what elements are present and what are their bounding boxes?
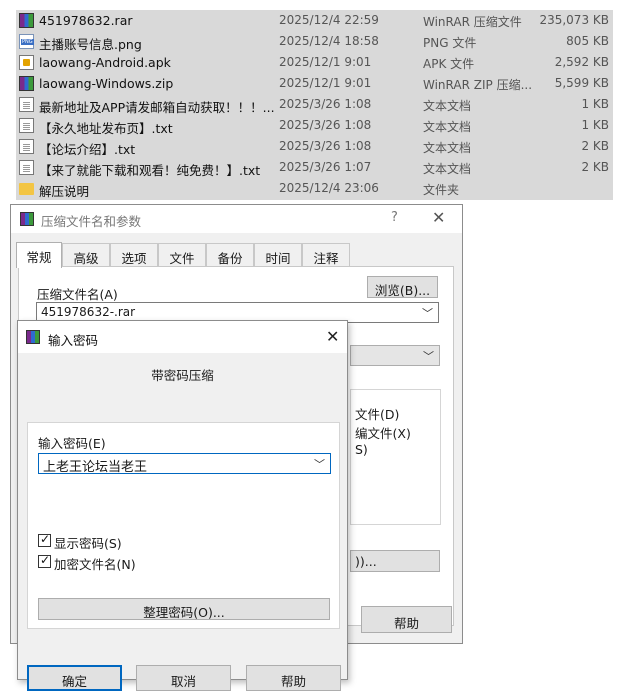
tab-files[interactable]: 文件 <box>158 243 206 267</box>
file-date: 2025/3/26 1:08 <box>279 139 372 153</box>
file-type: APK 文件 <box>423 57 475 71</box>
file-size: 2 KB <box>581 139 609 153</box>
txt-icon <box>19 160 34 175</box>
tab-comment[interactable]: 注释 <box>302 243 350 267</box>
file-size: 1 KB <box>581 97 609 111</box>
file-date: 2025/12/4 23:06 <box>279 181 379 195</box>
file-size: 5,599 KB <box>554 76 609 90</box>
txt-icon <box>19 139 34 154</box>
file-name: 【来了就能下载和观看！纯免费！】.txt <box>39 163 261 178</box>
file-row[interactable]: 【论坛介绍】.txt 2025/3/26 1:08 文本文档 2 KB <box>16 136 613 157</box>
password-help-button[interactable]: 帮助 <box>246 665 341 691</box>
file-type: PNG 文件 <box>423 36 477 50</box>
chevron-down-icon: ﹀ <box>423 350 434 363</box>
cancel-button[interactable]: 取消 <box>136 665 231 691</box>
help-icon[interactable]: ? <box>391 210 398 225</box>
archive-help-button[interactable]: 帮助 <box>361 606 452 633</box>
update-mode-select[interactable]: ﹀ <box>350 345 440 366</box>
archive-option-label: 文件(D) <box>355 407 400 422</box>
file-row[interactable]: laowang-Android.apk 2025/12/1 9:01 APK 文… <box>16 52 613 73</box>
file-name: laowang-Android.apk <box>39 55 171 70</box>
password-dialog-title: 输入密码 <box>48 333 99 348</box>
file-size: 805 KB <box>566 34 609 48</box>
file-date: 2025/12/4 18:58 <box>279 34 379 48</box>
file-row[interactable]: 【来了就能下载和观看！纯免费！】.txt 2025/3/26 1:07 文本文档… <box>16 157 613 178</box>
file-name: 最新地址及APP请发邮箱自动获取！！！.... <box>39 100 274 115</box>
browse-button[interactable]: 浏览(B)... <box>367 276 438 298</box>
chevron-down-icon[interactable]: ﹀ <box>314 456 325 472</box>
file-date: 2025/3/26 1:07 <box>279 160 372 174</box>
png-icon <box>19 34 34 49</box>
password-label: 输入密码(E) <box>38 436 106 451</box>
show-password-label[interactable]: 显示密码(S) <box>54 533 122 552</box>
password-dialog-heading: 带密码压缩 <box>151 368 214 383</box>
folder-icon <box>19 183 34 195</box>
file-row[interactable]: 451978632.rar 2025/12/4 22:59 WinRAR 压缩文… <box>16 10 613 31</box>
encrypt-names-checkbox[interactable] <box>38 553 51 568</box>
file-row[interactable]: laowang-Windows.zip 2025/12/1 9:01 WinRA… <box>16 73 613 94</box>
show-password-checkbox[interactable] <box>38 532 51 547</box>
file-date: 2025/12/1 9:01 <box>279 76 372 90</box>
set-password-button[interactable]: ))... <box>350 550 440 572</box>
file-date: 2025/12/4 22:59 <box>279 13 379 27</box>
txt-icon <box>19 97 34 112</box>
file-name: 主播账号信息.png <box>39 37 142 52</box>
ok-button[interactable]: 确定 <box>27 665 122 691</box>
file-size: 1 KB <box>581 118 609 132</box>
file-type: 文本文档 <box>423 141 472 155</box>
archive-name-value: 451978632-.rar <box>41 305 136 319</box>
rar-icon <box>19 76 34 91</box>
winrar-icon <box>20 212 34 226</box>
file-name: 解压说明 <box>39 184 90 199</box>
file-date: 2025/3/26 1:08 <box>279 118 372 132</box>
archive-option-label: 编文件(X) <box>355 426 411 441</box>
tab-advanced[interactable]: 高级 <box>62 243 110 267</box>
tab-options[interactable]: 选项 <box>110 243 158 267</box>
file-row[interactable]: 解压说明 2025/12/4 23:06 文件夹 <box>16 178 613 199</box>
file-row[interactable]: 主播账号信息.png 2025/12/4 18:58 PNG 文件 805 KB <box>16 31 613 52</box>
file-list: 451978632.rar 2025/12/4 22:59 WinRAR 压缩文… <box>16 10 613 200</box>
password-dialog-titlebar[interactable]: 输入密码 ✕ <box>18 321 347 353</box>
file-row[interactable]: 最新地址及APP请发邮箱自动获取！！！.... 2025/3/26 1:08 文… <box>16 94 613 115</box>
archive-name-label: 压缩文件名(A) <box>37 287 118 302</box>
close-icon[interactable]: ✕ <box>432 208 445 227</box>
password-value: 上老王论坛当老王 <box>43 460 148 475</box>
tab-time[interactable]: 时间 <box>254 243 302 267</box>
file-name: 【永久地址发布页】.txt <box>39 121 173 136</box>
txt-icon <box>19 118 34 133</box>
password-panel: 输入密码(E) 上老王论坛当老王 ﹀ 显示密码(S) 加密文件名(N) 整理密码… <box>27 422 340 629</box>
file-type: WinRAR 压缩文件 <box>423 15 522 29</box>
organize-passwords-button[interactable]: 整理密码(O)... <box>38 598 330 620</box>
file-name: 451978632.rar <box>39 13 133 28</box>
chevron-down-icon[interactable]: ﹀ <box>422 305 433 321</box>
rar-icon <box>19 13 34 28</box>
file-type: 文本文档 <box>423 162 472 176</box>
file-size: 235,073 KB <box>539 13 609 27</box>
password-dialog: 输入密码 ✕ 带密码压缩 输入密码(E) 上老王论坛当老王 ﹀ 显示密码(S) … <box>17 320 348 691</box>
file-name: 【论坛介绍】.txt <box>39 142 136 157</box>
file-date: 2025/12/1 9:01 <box>279 55 372 69</box>
file-type: 文本文档 <box>423 120 472 134</box>
file-type: 文件夹 <box>423 183 460 197</box>
file-size: 2 KB <box>581 160 609 174</box>
tab-backup[interactable]: 备份 <box>206 243 254 267</box>
tab-general[interactable]: 常规 <box>16 242 62 268</box>
file-date: 2025/3/26 1:08 <box>279 97 372 111</box>
password-input[interactable]: 上老王论坛当老王 ﹀ <box>38 453 331 475</box>
archive-dialog-titlebar[interactable]: 压缩文件名和参数 ? ✕ <box>11 205 462 233</box>
close-icon[interactable]: ✕ <box>326 327 339 346</box>
archive-option-label: S) <box>355 442 368 457</box>
file-size: 2,592 KB <box>554 55 609 69</box>
archive-dialog-title: 压缩文件名和参数 <box>41 214 142 229</box>
archive-options-group: 文件(D) 编文件(X) S) <box>350 389 441 525</box>
file-name: laowang-Windows.zip <box>39 76 174 91</box>
winrar-icon <box>26 330 40 344</box>
file-type: 文本文档 <box>423 99 472 113</box>
apk-icon <box>19 55 34 70</box>
file-type: WinRAR ZIP 压缩... <box>423 78 533 92</box>
encrypt-names-label[interactable]: 加密文件名(N) <box>54 554 136 573</box>
file-row[interactable]: 【永久地址发布页】.txt 2025/3/26 1:08 文本文档 1 KB <box>16 115 613 136</box>
